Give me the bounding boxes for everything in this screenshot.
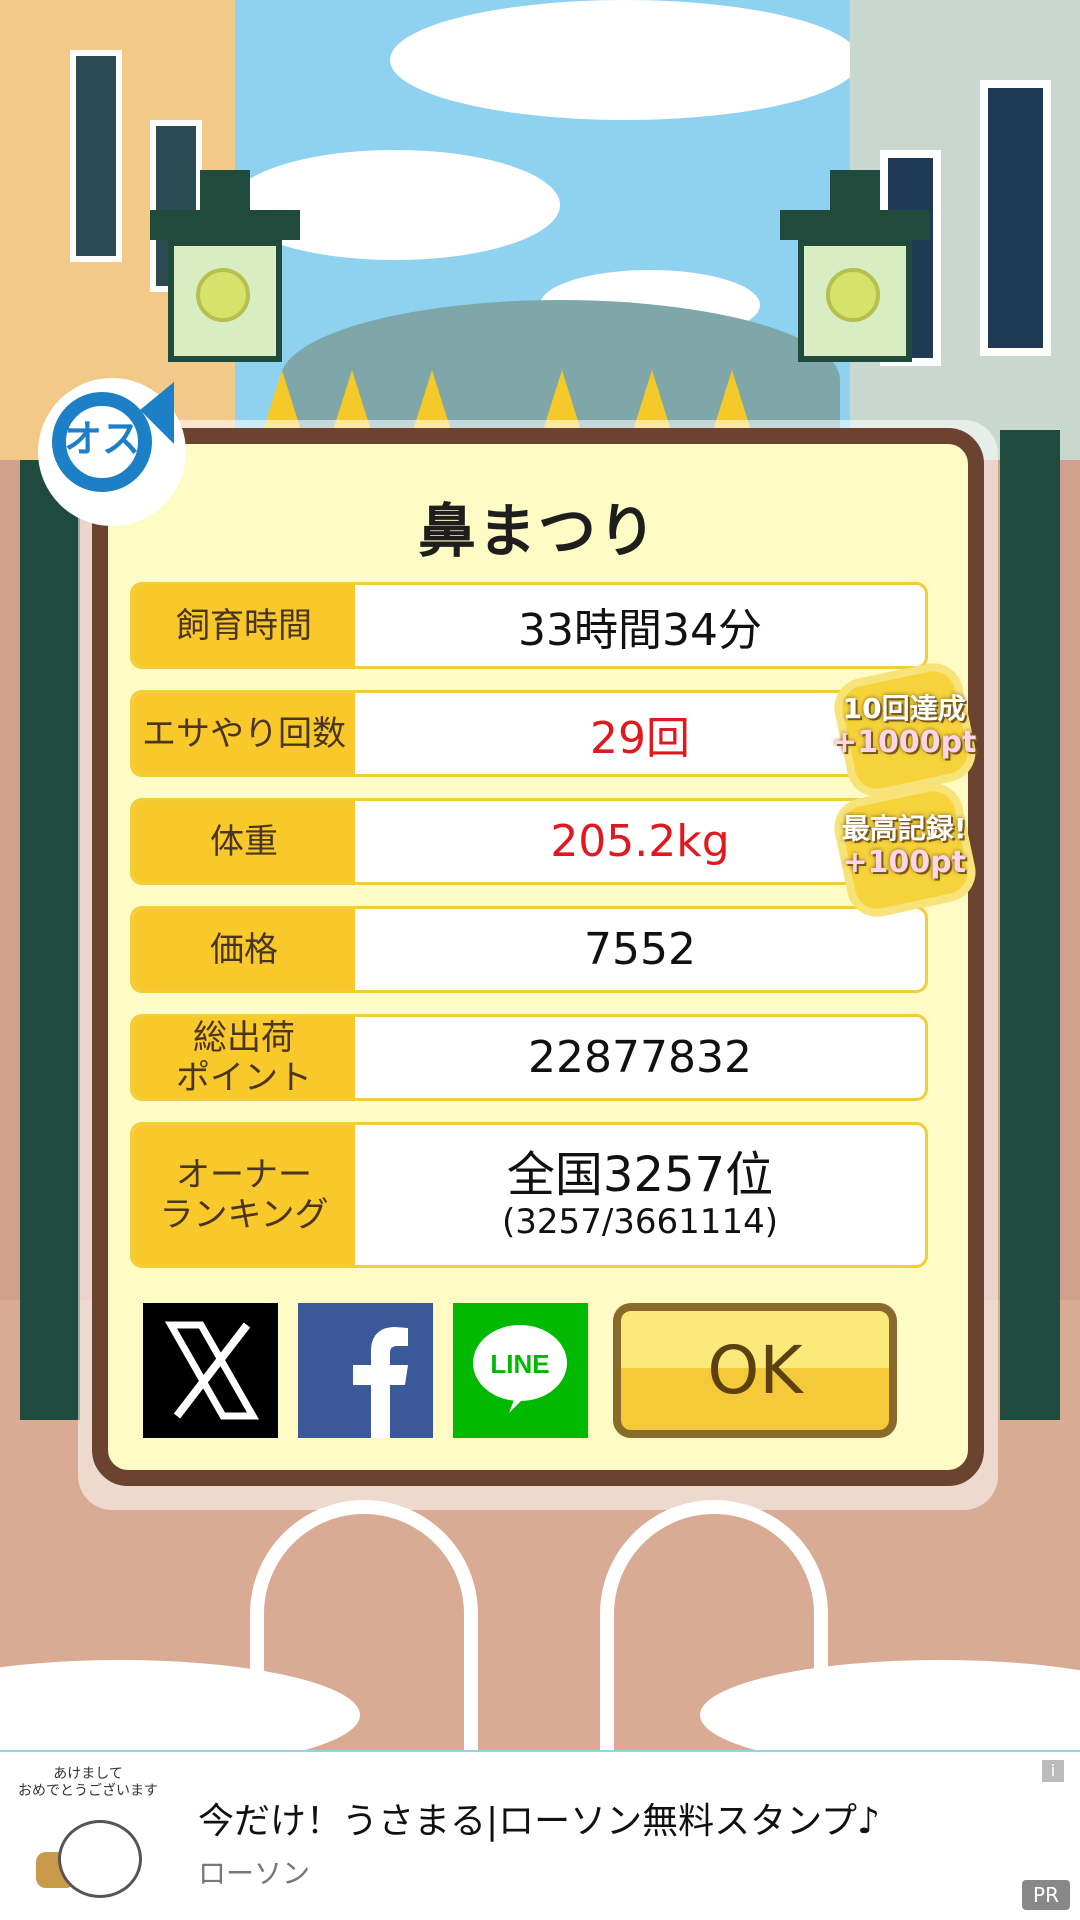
row-weight: 体重 205.2kg: [130, 798, 928, 885]
row-owner-ranking: オーナー ランキング 全国3257位 (3257/3661114): [130, 1122, 928, 1268]
male-gender-icon: オス: [38, 378, 186, 526]
label-total-points-text: 総出荷 ポイント: [176, 1017, 312, 1098]
ad-bunny-illustration: [58, 1820, 142, 1898]
ad-info-icon[interactable]: i: [1042, 1760, 1064, 1782]
row-price: 価格 7552: [130, 906, 928, 993]
ad-image-caption: あけまして おめでとうございます: [18, 1766, 158, 1799]
label-total-points: 総出荷 ポイント: [133, 1017, 355, 1098]
row-total-points: 総出荷 ポイント 22877832: [130, 1014, 928, 1101]
share-line-button[interactable]: LINE: [453, 1303, 588, 1438]
x-logo-icon: [164, 1321, 260, 1420]
label-price: 価格: [133, 909, 355, 990]
ranking-detail: (3257/3661114): [502, 1202, 778, 1242]
value-total-points: 22877832: [528, 1032, 752, 1083]
ad-title[interactable]: 今だけ！うさまる|ローソン無料スタンプ♪: [198, 1792, 880, 1844]
label-owner-ranking: オーナー ランキング: [133, 1125, 355, 1265]
badge-2-line1: 最高記録!: [841, 812, 967, 846]
share-x-button[interactable]: [143, 1303, 278, 1438]
label-feed-count: エサやり回数: [133, 693, 355, 774]
ad-pr-badge: PR: [1022, 1880, 1070, 1910]
line-logo-text: LINE: [490, 1349, 549, 1379]
pillar-left: [20, 460, 80, 1420]
gender-label: オス: [63, 417, 140, 461]
row-feed-count: エサやり回数 29回: [130, 690, 928, 777]
ad-advertiser: ローソン: [198, 1857, 311, 1890]
value-rearing-time: 33時間34分: [518, 604, 762, 656]
ad-image[interactable]: あけまして おめでとうございます: [18, 1766, 158, 1906]
ranking-position: 全国3257位: [506, 1147, 774, 1203]
badge-1-line1: 10回達成: [842, 692, 966, 726]
label-weight: 体重: [133, 801, 355, 882]
badge-2-line2: +100pt: [842, 845, 966, 881]
share-facebook-button[interactable]: [298, 1303, 433, 1438]
row-rearing-time: 飼育時間 33時間34分: [130, 582, 928, 669]
lamp-right: [780, 170, 930, 420]
value-owner-ranking: 全国3257位 (3257/3661114): [355, 1125, 925, 1265]
label-rearing-time: 飼育時間: [133, 585, 355, 666]
ok-button[interactable]: OK: [613, 1303, 897, 1438]
line-logo-icon: LINE: [473, 1325, 567, 1413]
facebook-logo-icon: [353, 1327, 408, 1438]
ad-banner[interactable]: あけまして おめでとうございます 今だけ！うさまる|ローソン無料スタンプ♪ ロー…: [0, 1752, 1080, 1920]
label-owner-ranking-text: オーナー ランキング: [159, 1155, 329, 1235]
pig-name-title: 鼻まつり: [417, 497, 658, 565]
badge-1-line2: +1000pt: [831, 725, 977, 761]
value-price: 7552: [584, 924, 696, 975]
pillar-right: [1000, 430, 1060, 1420]
